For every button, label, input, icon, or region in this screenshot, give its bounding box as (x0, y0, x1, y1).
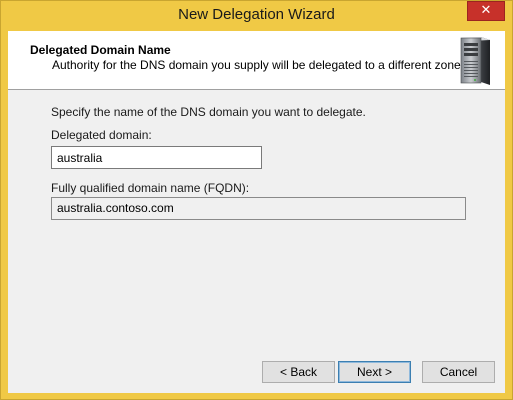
delegated-domain-input[interactable] (51, 146, 262, 169)
fqdn-label: Fully qualified domain name (FQDN): (51, 181, 250, 195)
page-title: Delegated Domain Name (30, 43, 171, 57)
close-icon: ✕ (480, 3, 492, 18)
title-bar[interactable]: New Delegation Wizard ✕ (1, 1, 512, 31)
window-title: New Delegation Wizard (178, 6, 335, 23)
next-button[interactable]: Next > (338, 361, 411, 383)
page-subtitle: Authority for the DNS domain you supply … (52, 58, 465, 72)
back-button[interactable]: < Back (262, 361, 335, 383)
wizard-header: Delegated Domain Name Authority for the … (8, 31, 505, 90)
close-button[interactable]: ✕ (467, 1, 505, 21)
wizard-client-area: Delegated Domain Name Authority for the … (8, 31, 505, 393)
wizard-window: New Delegation Wizard ✕ Delegated Domain… (0, 0, 513, 400)
delegated-domain-label: Delegated domain: (51, 128, 152, 142)
server-icon (460, 37, 490, 85)
wizard-content: Specify the name of the DNS domain you w… (8, 90, 505, 393)
instruction-text: Specify the name of the DNS domain you w… (51, 105, 366, 119)
fqdn-field: australia.contoso.com (51, 197, 466, 220)
cancel-button[interactable]: Cancel (422, 361, 495, 383)
